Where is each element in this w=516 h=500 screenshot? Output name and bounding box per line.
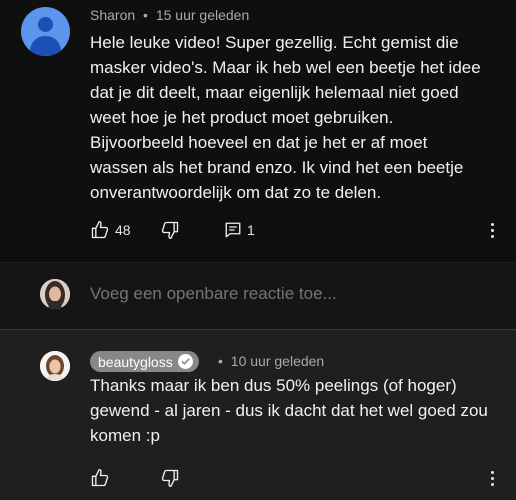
avatar-current-user [40,279,70,309]
reply-text: Thanks maar ik ben dus 50% peelings (of … [90,376,488,445]
more-vert-icon[interactable] [491,223,495,241]
more-vert-icon[interactable] [491,471,495,489]
reply-time[interactable]: 10 uur geleden [231,353,324,369]
verified-check-icon [177,354,193,369]
comment-author[interactable]: Sharon [90,7,135,23]
comment-time[interactable]: 15 uur geleden [156,7,249,23]
thumbs-up-icon[interactable] [90,468,110,488]
meta-separator: • [218,353,223,369]
reply-meta: • 10 uur geleden [218,353,324,369]
avatar-sharon[interactable] [21,7,70,56]
reply-author: beautygloss [98,353,173,370]
comment-text: Hele leuke video! Super gezellig. Echt g… [90,33,481,202]
person-icon [38,17,53,32]
thumbs-down-icon[interactable] [160,468,180,488]
add-reply-input[interactable] [90,284,490,304]
reply-count: 1 [247,222,255,238]
author-chip[interactable]: beautygloss [90,351,199,372]
meta-separator: • [143,7,148,23]
avatar-beautygloss[interactable] [40,351,70,381]
thumbs-up-icon[interactable] [90,220,110,240]
thumbs-down-icon[interactable] [160,220,180,240]
like-count: 48 [115,222,131,238]
reply-comment-icon[interactable] [224,221,242,239]
comment-meta: Sharon • 15 uur geleden [90,7,249,23]
